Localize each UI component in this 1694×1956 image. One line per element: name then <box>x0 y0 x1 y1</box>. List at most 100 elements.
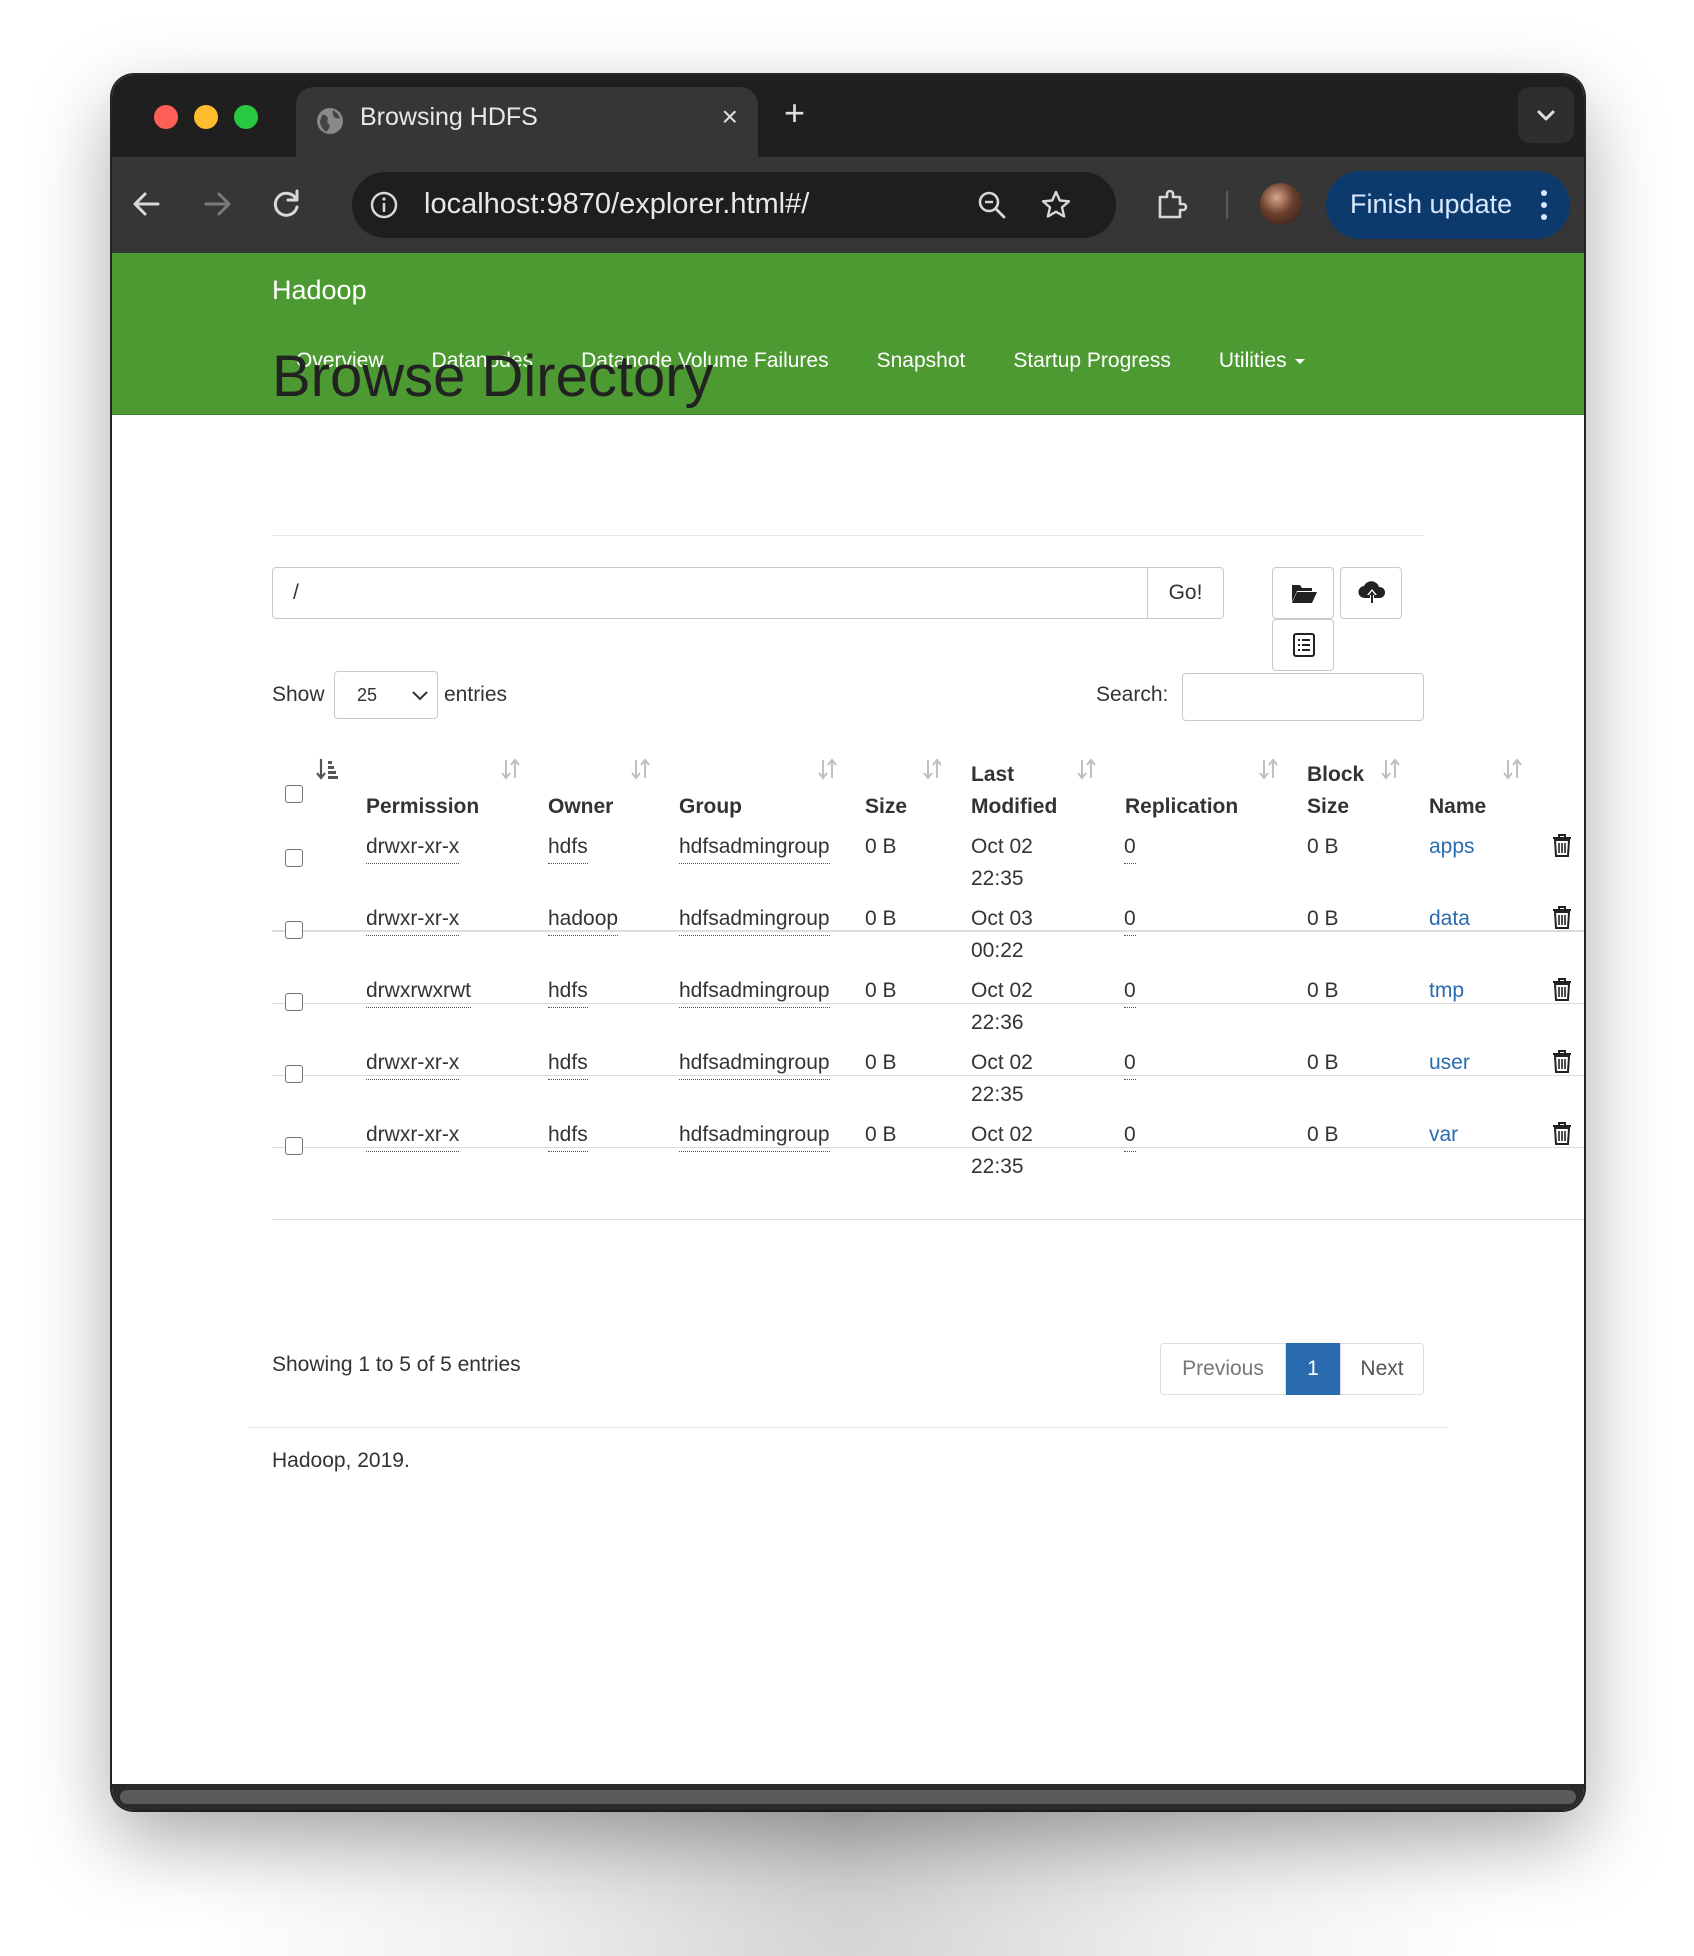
site-info-icon[interactable] <box>368 189 400 221</box>
col-header-permission[interactable]: Permission <box>366 791 479 823</box>
chevron-down-icon <box>412 691 428 701</box>
reload-icon[interactable] <box>262 179 312 229</box>
cell-permission[interactable]: drwxrwxrwt <box>366 975 471 1008</box>
cell-size: 0 B <box>865 979 897 1002</box>
cell-replication[interactable]: 0 <box>1124 1119 1136 1152</box>
sort-both-icon[interactable] <box>630 757 652 781</box>
sort-both-icon[interactable] <box>1380 757 1402 781</box>
address-bar[interactable]: localhost:9870/explorer.html#/ <box>352 172 1116 238</box>
nav-snapshot[interactable]: Snapshot <box>853 341 990 381</box>
cell-replication[interactable]: 0 <box>1124 903 1136 936</box>
cell-owner: hdfs <box>548 1047 588 1080</box>
row-checkbox[interactable] <box>285 993 303 1011</box>
cell-permission[interactable]: drwxr-xr-x <box>366 1119 460 1152</box>
cell-permission[interactable]: drwxr-xr-x <box>366 831 460 864</box>
forward-arrow-icon[interactable] <box>192 179 242 229</box>
select-all-checkbox[interactable] <box>285 785 303 803</box>
cell-size: 0 B <box>865 1123 897 1146</box>
extensions-puzzle-icon[interactable] <box>1152 185 1192 225</box>
nav-startup-progress[interactable]: Startup Progress <box>989 341 1195 381</box>
cell-replication[interactable]: 0 <box>1124 975 1136 1008</box>
trash-icon[interactable] <box>1552 977 1572 1001</box>
search-label: Search: <box>1096 683 1169 706</box>
toolbar-divider <box>1226 191 1228 219</box>
sort-both-icon[interactable] <box>922 757 944 781</box>
trash-icon[interactable] <box>1552 833 1572 857</box>
row-checkbox[interactable] <box>285 849 303 867</box>
cell-modified-time: 22:36 <box>971 1011 1024 1034</box>
cell-name-link[interactable]: var <box>1429 1119 1458 1151</box>
table-header-divider <box>272 930 1584 932</box>
bookmark-star-icon[interactable] <box>1038 187 1074 223</box>
entries-label: entries <box>444 683 508 706</box>
profile-avatar[interactable] <box>1260 183 1302 225</box>
col-header-replication[interactable]: Replication <box>1125 791 1238 823</box>
pagination-previous[interactable]: Previous <box>1160 1343 1286 1395</box>
active-tab[interactable]: Browsing HDFS × <box>296 87 758 157</box>
col-header-owner[interactable]: Owner <box>548 791 613 823</box>
cell-modified-time: 00:22 <box>971 939 1024 962</box>
tab-title: Browsing HDFS <box>360 103 538 131</box>
cell-block-size: 0 B <box>1307 907 1339 930</box>
trash-icon[interactable] <box>1552 1121 1572 1145</box>
new-tab-button[interactable]: + <box>784 93 805 133</box>
zoom-icon[interactable] <box>974 187 1010 223</box>
cell-permission[interactable]: drwxr-xr-x <box>366 1047 460 1080</box>
cell-permission[interactable]: drwxr-xr-x <box>366 903 460 936</box>
sort-both-icon[interactable] <box>1258 757 1280 781</box>
col-header-name[interactable]: Name <box>1429 791 1486 823</box>
cell-modified-date: Oct 02 <box>971 1123 1033 1146</box>
row-checkbox[interactable] <box>285 921 303 939</box>
horizontal-scrollbar[interactable] <box>112 1784 1584 1810</box>
globe-icon <box>317 108 343 134</box>
minimize-window-button[interactable] <box>194 105 218 129</box>
cell-modified-date: Oct 02 <box>971 835 1033 858</box>
trash-icon[interactable] <box>1552 1049 1572 1073</box>
finish-update-button[interactable]: Finish update <box>1326 171 1570 239</box>
col-header-modified[interactable]: Modified <box>971 791 1057 823</box>
maximize-window-button[interactable] <box>234 105 258 129</box>
sort-both-icon[interactable] <box>500 757 522 781</box>
directory-path-input[interactable] <box>272 567 1148 619</box>
cell-group: hdfsadmingroup <box>679 903 830 936</box>
url-text: localhost:9870/explorer.html#/ <box>424 188 810 220</box>
trash-icon[interactable] <box>1552 905 1572 929</box>
cell-name-link[interactable]: data <box>1429 903 1470 935</box>
table-info: Showing 1 to 5 of 5 entries <box>272 1353 521 1376</box>
create-directory-button[interactable] <box>1272 567 1334 619</box>
brand-link[interactable]: Hadoop <box>272 275 367 306</box>
entries-per-page-select[interactable]: 25 <box>334 671 438 719</box>
col-header-last[interactable]: Last <box>971 759 1014 791</box>
pagination-page-1[interactable]: 1 <box>1286 1343 1340 1395</box>
col-header-block-size[interactable]: Size <box>1307 791 1349 823</box>
row-divider <box>272 1075 1584 1076</box>
go-button[interactable]: Go! <box>1148 567 1224 619</box>
sort-both-icon[interactable] <box>1076 757 1098 781</box>
sort-asc-icon[interactable] <box>316 757 338 781</box>
cell-owner: hdfs <box>548 1119 588 1152</box>
sort-both-icon[interactable] <box>817 757 839 781</box>
upload-button[interactable] <box>1340 567 1402 619</box>
cell-name-link[interactable]: user <box>1429 1047 1470 1079</box>
search-input[interactable] <box>1182 673 1424 721</box>
sort-both-icon[interactable] <box>1502 757 1524 781</box>
cell-block-size: 0 B <box>1307 979 1339 1002</box>
scrollbar-thumb[interactable] <box>120 1790 1576 1804</box>
nav-utilities-dropdown[interactable]: Utilities <box>1195 341 1329 381</box>
row-checkbox[interactable] <box>285 1065 303 1083</box>
close-window-button[interactable] <box>154 105 178 129</box>
cell-replication[interactable]: 0 <box>1124 831 1136 864</box>
cell-name-link[interactable]: apps <box>1429 831 1475 863</box>
back-arrow-icon[interactable] <box>122 179 172 229</box>
cut-paste-button[interactable] <box>1272 619 1334 671</box>
browser-toolbar: localhost:9870/explorer.html#/ Finish up… <box>112 157 1584 253</box>
cell-name-link[interactable]: tmp <box>1429 975 1464 1007</box>
cell-replication[interactable]: 0 <box>1124 1047 1136 1080</box>
col-header-group[interactable]: Group <box>679 791 742 823</box>
col-header-size[interactable]: Size <box>865 791 907 823</box>
tab-search-button[interactable] <box>1518 87 1574 143</box>
pagination-next[interactable]: Next <box>1340 1343 1424 1395</box>
row-checkbox[interactable] <box>285 1137 303 1155</box>
col-header-block[interactable]: Block <box>1307 759 1364 791</box>
tab-close-icon[interactable]: × <box>722 101 738 133</box>
